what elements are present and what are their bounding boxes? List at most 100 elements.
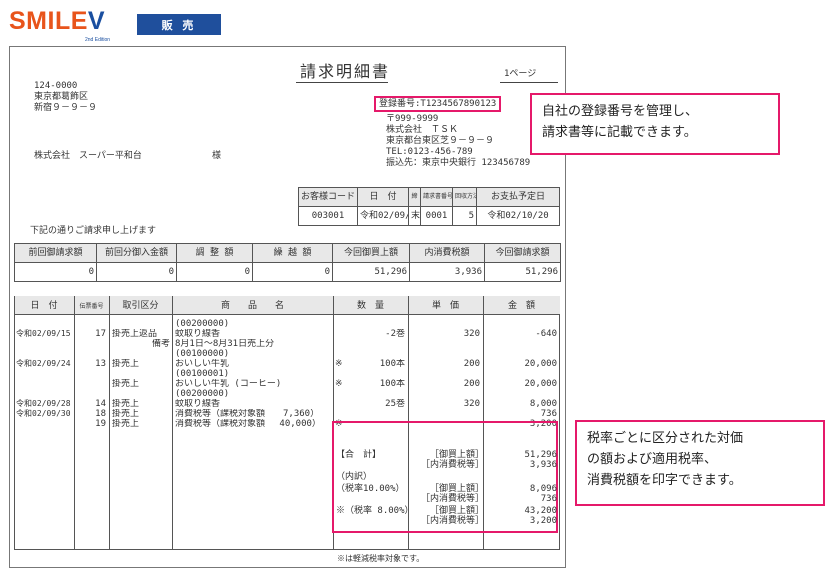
- detail-cell-kind: 掛売上返品: [112, 329, 158, 339]
- total-label: 【合 計】: [336, 450, 382, 460]
- detail-cell-name: (00100000): [175, 349, 230, 359]
- total-tag: ［御買上額］: [429, 506, 484, 516]
- detail-cell-price: 200: [463, 379, 480, 389]
- detail-header: 単 価: [431, 301, 459, 311]
- detail-cell-amount: 736: [540, 409, 557, 419]
- info-value: 5: [452, 206, 477, 226]
- logo-text: SMILE: [9, 7, 88, 35]
- info-value: 003001: [298, 206, 358, 226]
- total-amount: 8,096: [529, 484, 557, 494]
- summary-value: 0: [176, 262, 253, 282]
- total-amount: 736: [540, 494, 557, 504]
- detail-cell-amount: 20,000: [524, 359, 557, 369]
- info-value: 令和02/09/30: [357, 206, 409, 226]
- detail-cell-kind: 掛売上: [112, 379, 140, 389]
- total-label: ※（税率 8.00%）: [336, 506, 414, 516]
- customer-address-1: 東京都葛飾区: [34, 92, 89, 102]
- registration-number: 登録番号:T1234567890123: [379, 99, 497, 109]
- detail-cell-name: 消費税等（課税対象額 40,000）: [175, 419, 321, 429]
- detail-cell-kind: 掛売上: [112, 419, 140, 429]
- edition-label: 2nd Edition: [85, 37, 111, 43]
- info-header: お客様コード: [298, 187, 358, 207]
- detail-cell-price: 320: [463, 399, 480, 409]
- total-label: （内訳）: [336, 472, 373, 482]
- detail-cell-qty: -2巻: [385, 329, 405, 339]
- summary-header: 前回御請求額: [14, 243, 97, 263]
- issuer-tel: TEL:0123-456-789: [386, 147, 473, 157]
- info-value: 末: [408, 206, 421, 226]
- summary-value: 0: [252, 262, 333, 282]
- invoice-info-table: お客様コード 日 付 締 請求書番号 回収方法 お支払予定日 003001 令和…: [298, 187, 560, 226]
- summary-header: 調 整 額: [176, 243, 253, 263]
- greeting-text: 下記の通りご請求申し上げます: [30, 226, 157, 236]
- summary-value: 51,296: [332, 262, 410, 282]
- callout-text: 自社の登録番号を管理し、: [542, 104, 699, 119]
- summary-header: 今回御買上額: [332, 243, 410, 263]
- info-header: 締: [408, 187, 421, 207]
- detail-cell-mark: ※: [335, 379, 343, 389]
- info-value: 0001: [420, 206, 453, 226]
- total-amount: 43,200: [524, 506, 557, 516]
- customer-address-2: 新宿９－９－９: [34, 103, 98, 113]
- customer-zip: 124-0000: [34, 81, 78, 91]
- detail-cell-slip: 14: [95, 399, 106, 409]
- detail-cell-kind: 掛売上: [112, 409, 140, 419]
- detail-cell-name: 蚊取り線香: [175, 329, 221, 339]
- summary-value: 3,936: [409, 262, 485, 282]
- detail-cell-name: (00200000): [175, 389, 230, 399]
- detail-cell-name: 8月1日～8月31日売上分: [175, 339, 275, 349]
- detail-cell-name: おいしい牛乳: [175, 359, 230, 369]
- issuer-address: 東京都台東区芝９－９－９: [386, 136, 495, 146]
- invoice-title: 請求明細書: [300, 62, 391, 81]
- detail-header: 日 付: [30, 301, 58, 311]
- detail-cell-slip: 19: [95, 419, 106, 429]
- callout-text: 消費税額を印字できます。: [587, 473, 742, 488]
- detail-cell-date: 令和02/09/24: [16, 359, 71, 368]
- info-header: 日 付: [357, 187, 409, 207]
- total-tag: ［御買上額］: [429, 450, 484, 460]
- detail-cell-amount: 20,000: [524, 379, 557, 389]
- detail-cell-slip: 13: [95, 359, 106, 369]
- detail-cell-name: 消費税等（課税対象額 7,360）: [175, 409, 320, 419]
- total-tag: ［内消費税等］: [420, 494, 484, 504]
- summary-header: 今回御請求額: [484, 243, 561, 263]
- title-underline: [296, 82, 388, 83]
- callout-tax-rate: 税率ごとに区分された対価 の額および適用税率、 消費税額を印字できます。: [575, 420, 825, 506]
- issuer-name: 株式会社 ＴＳＫ: [386, 125, 459, 135]
- footnote: ※は軽減税率対象です。: [337, 554, 425, 563]
- summary-value: 0: [96, 262, 177, 282]
- summary-table: 前回御請求額 前回分御入金額 調 整 額 繰 越 額 今回御買上額 内消費税額 …: [14, 243, 561, 282]
- detail-cell-kind: 備考: [151, 339, 170, 349]
- detail-cell-qty: 25巻: [385, 399, 405, 409]
- page-number: 1ページ: [504, 69, 537, 79]
- category-badge: 販 売: [137, 14, 221, 35]
- total-label: （税率10.00%）: [336, 484, 405, 494]
- detail-header: 取引区分: [122, 301, 159, 311]
- total-tag: ［内消費税等］: [420, 516, 484, 526]
- detail-header: 数 量: [356, 301, 384, 311]
- col-divider: [172, 296, 173, 550]
- callout-text: の額および適用税率、: [587, 452, 718, 467]
- total-amount: 3,936: [529, 460, 557, 470]
- detail-cell-mark: ※: [335, 359, 343, 369]
- info-header: お支払予定日: [476, 187, 560, 207]
- detail-cell-name: (00100001): [175, 369, 230, 379]
- callout-text: 税率ごとに区分された対価: [587, 431, 744, 446]
- total-tag: ［御買上額］: [429, 484, 484, 494]
- info-header: 請求書番号: [420, 187, 453, 207]
- detail-cell-name: おいしい牛乳 (コーヒー): [175, 379, 282, 389]
- summary-value: 0: [14, 262, 97, 282]
- col-divider: [109, 296, 110, 550]
- detail-cell-kind: 掛売上: [112, 359, 140, 369]
- detail-cell-qty: 100本: [379, 359, 405, 369]
- total-amount: 3,200: [529, 516, 557, 526]
- customer-name: 株式会社 スーパー平和台: [34, 151, 142, 161]
- invoice-sheet: 請求明細書 1ページ 124-0000 東京都葛飾区 新宿９－９－９ 株式会社 …: [9, 46, 566, 568]
- detail-cell-price: 200: [463, 359, 480, 369]
- info-header: 回収方法: [452, 187, 477, 207]
- smilev-logo: SMILEV: [9, 7, 105, 36]
- detail-cell-date: 令和02/09/15: [16, 329, 71, 338]
- detail-cell-amount: -640: [535, 329, 557, 339]
- honorific: 様: [212, 151, 222, 161]
- logo-v-mark: V: [87, 7, 106, 35]
